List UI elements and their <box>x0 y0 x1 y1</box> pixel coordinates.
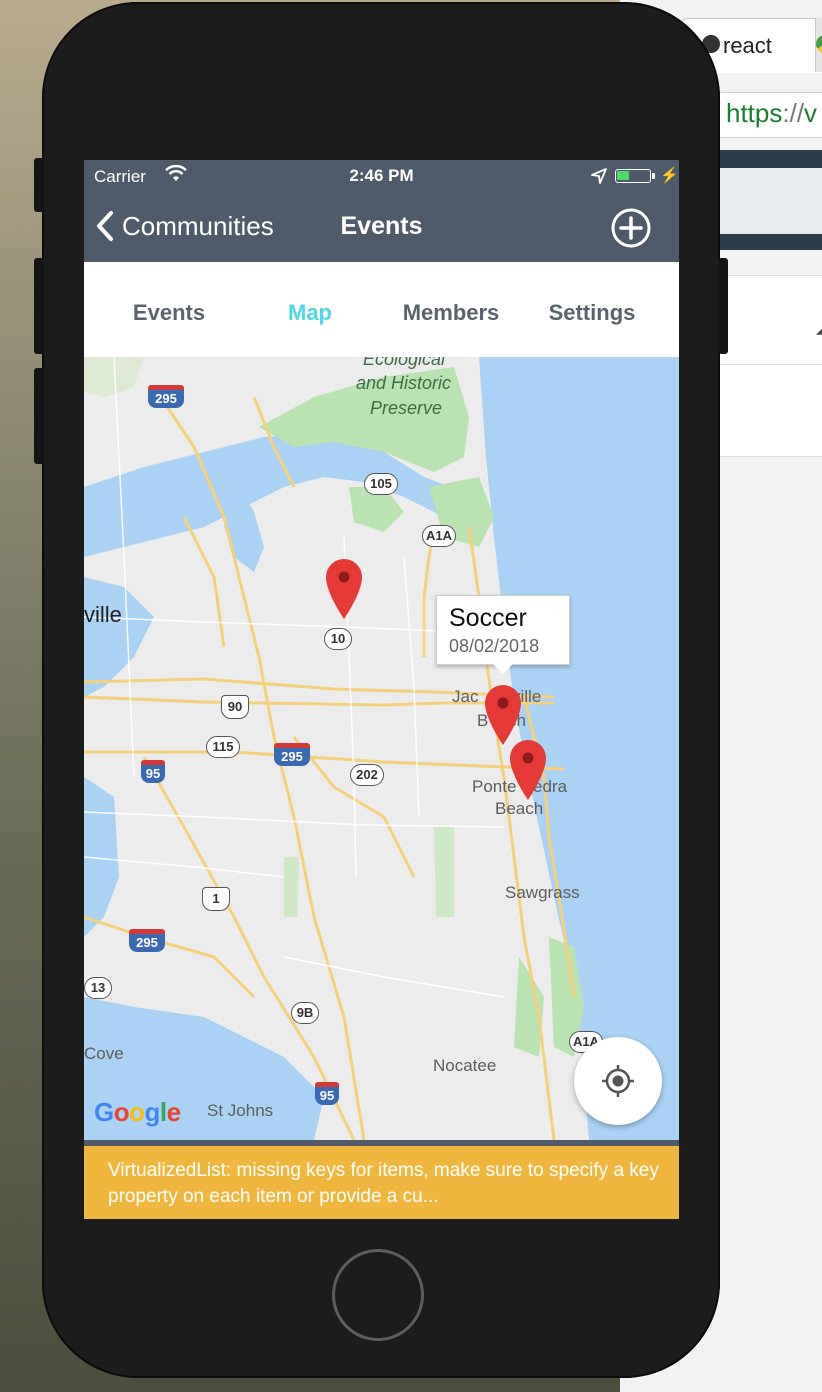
marker-callout[interactable]: Soccer 08/02/2018 <box>436 595 570 674</box>
map-label-sawgrass: Sawgrass <box>505 883 580 902</box>
map-label-preserve-2: and Historic <box>356 373 452 393</box>
shield-sr105: 105 <box>364 473 398 495</box>
page-panel <box>718 275 822 457</box>
location-arrow-icon <box>591 168 607 184</box>
charging-bolt-icon: ⚡ <box>660 167 679 184</box>
volume-down-button[interactable] <box>34 368 44 464</box>
home-button[interactable] <box>332 1249 424 1341</box>
shield-i95-bottom: 95 <box>315 1082 339 1105</box>
map-label-preserve-1: Ecological <box>363 357 446 369</box>
warning-banner[interactable]: VirtualizedList: missing keys for items,… <box>84 1146 679 1219</box>
shield-i295-top: 295 <box>148 385 184 408</box>
shield-a1a-top: A1A <box>422 525 456 547</box>
volume-up-button[interactable] <box>34 258 44 354</box>
callout-date: 08/02/2018 <box>449 636 540 656</box>
shield-sr13: 13 <box>84 977 112 999</box>
page-title: Events <box>340 212 423 240</box>
map-label-jacksonville: ville <box>84 602 122 627</box>
callout-title: Soccer <box>449 604 527 632</box>
shield-sr10: 10 <box>324 628 352 650</box>
url-text: https://v <box>726 98 818 128</box>
panel-divider <box>718 364 822 365</box>
my-location-button[interactable] <box>574 1037 662 1125</box>
google-logo: Google <box>94 1097 181 1127</box>
map-view[interactable]: Ecological and Historic Preserve ville J… <box>84 357 679 1140</box>
shield-sr9b: 9B <box>291 1002 319 1024</box>
map-marker-pin[interactable] <box>508 738 548 802</box>
shield-us90: 90 <box>221 695 249 719</box>
tab-events[interactable]: Events <box>99 300 239 326</box>
map-label-preserve-3: Preserve <box>370 398 443 418</box>
tab-members[interactable]: Members <box>381 300 521 326</box>
browser-tab-label: react <box>723 33 772 58</box>
tab-settings[interactable]: Settings <box>522 300 662 326</box>
mute-switch[interactable] <box>34 158 44 212</box>
panel-caret-icon: ◢ <box>816 312 822 338</box>
map-label-ponte-3: Beach <box>495 799 544 818</box>
status-bar: Carrier 2:46 PM ⚡ <box>84 160 679 192</box>
battery-tip <box>652 173 655 179</box>
map-label-cove: Cove <box>84 1044 124 1063</box>
phone-screen: Carrier 2:46 PM ⚡ Communities Events Eve… <box>84 160 679 1219</box>
shield-i295-mid: 295 <box>274 743 310 766</box>
shield-i295-bottom: 295 <box>129 929 165 952</box>
map-label-st-johns: St Johns <box>207 1101 274 1120</box>
battery-icon <box>615 169 651 183</box>
crosshair-icon <box>602 1065 634 1097</box>
add-event-button[interactable] <box>610 207 652 249</box>
battery-level <box>617 171 629 180</box>
page-subheader-bar <box>718 168 822 234</box>
shield-i95-mid: 95 <box>141 760 165 783</box>
navigation-bar: Communities Events <box>84 192 679 262</box>
shield-us1: 1 <box>202 887 230 911</box>
shield-sr115: 115 <box>206 736 240 758</box>
tab-map[interactable]: Map <box>240 300 380 326</box>
map-label-jax-beach-1: Jac <box>452 687 479 706</box>
map-marker-pin[interactable] <box>324 557 364 621</box>
map-label-nocatee: Nocatee <box>433 1056 497 1075</box>
warning-text: VirtualizedList: missing keys for items,… <box>108 1160 659 1207</box>
power-button[interactable] <box>718 258 728 354</box>
segment-tabs: Events Map Members Settings <box>84 262 679 358</box>
shield-sr202: 202 <box>350 764 384 786</box>
